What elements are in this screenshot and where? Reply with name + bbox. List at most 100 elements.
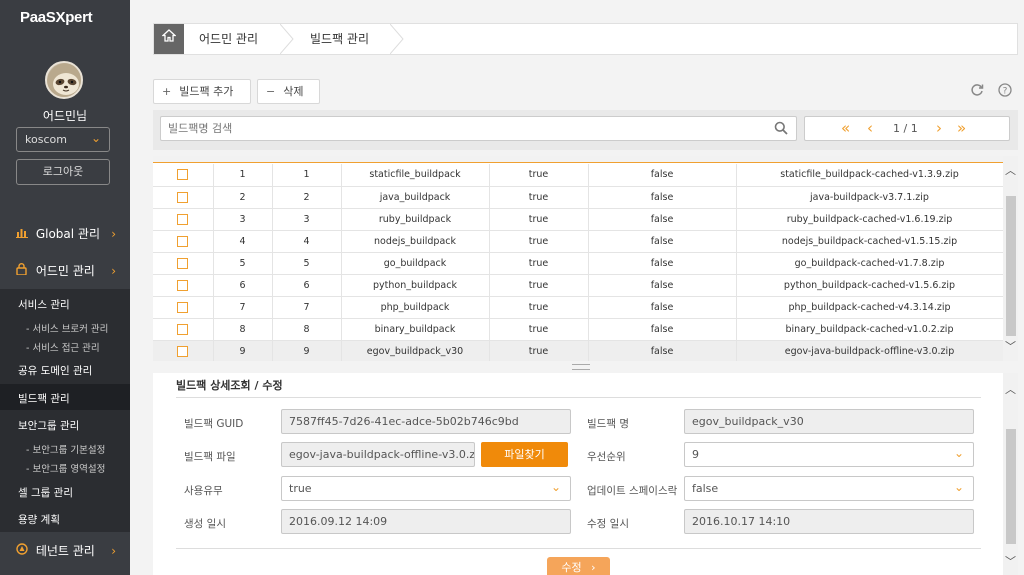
delete-button[interactable]: − 삭제 (257, 79, 320, 104)
row-checkbox[interactable] (177, 213, 189, 225)
scroll-down-icon[interactable]: ﹀ (1005, 553, 1016, 569)
row-position: 2 (272, 186, 342, 209)
row-enabled: true (489, 230, 589, 253)
first-page-icon[interactable]: « (841, 119, 850, 137)
menu-tenant-management[interactable]: 테넌트 관리 › (0, 533, 130, 569)
row-file: php_buildpack-cached-v4.3.14.zip (736, 296, 1004, 319)
row-file: python_buildpack-cached-v1.5.6.zip (736, 274, 1004, 297)
org-select[interactable]: koscom ⌄ (16, 127, 110, 152)
resize-handle[interactable] (572, 364, 590, 370)
sidebar-item-buildpack[interactable]: 빌드팩 관리 (18, 391, 70, 406)
chevron-down-icon: ⌄ (550, 480, 561, 494)
breadcrumb-item-buildpack[interactable]: 빌드팩 관리 (310, 24, 369, 54)
row-checkbox[interactable] (177, 301, 189, 313)
update-spacelock-select[interactable]: false ⌄ (684, 476, 974, 501)
scroll-up-icon[interactable]: ︿ (1005, 162, 1016, 178)
table-row[interactable]: 2 2 java_buildpack true false java-buildpack-… (153, 186, 1004, 209)
row-checkbox[interactable] (177, 169, 189, 181)
table-row[interactable]: 9 9 egov_buildpack_v30 true false egov-java-b… (153, 340, 1004, 361)
app-logo[interactable]: PaaSXpert (20, 9, 93, 26)
divider (176, 548, 981, 549)
breadcrumb-separator-icon (390, 24, 404, 54)
next-page-icon[interactable]: › (936, 119, 942, 137)
breadcrumb: 어드민 관리 빌드팩 관리 (153, 23, 1018, 55)
sidebar-item-shared-domain[interactable]: 공유 도메인 관리 (18, 363, 92, 378)
row-checkbox[interactable] (177, 257, 189, 269)
row-number: 4 (213, 230, 273, 253)
sidebar-item-security-default[interactable]: - 보안그룹 기본설정 (26, 442, 105, 456)
sidebar-item-service-access[interactable]: - 서비스 접근 관리 (26, 340, 100, 354)
row-checkbox[interactable] (177, 191, 189, 203)
row-file: ruby_buildpack-cached-v1.6.19.zip (736, 208, 1004, 231)
buildpack-detail-panel: 빌드팩 상세조회 / 수정 빌드팩 GUID 7587ff45-7d26-41e… (153, 373, 1018, 575)
row-enabled: true (489, 186, 589, 209)
sidebar-item-service[interactable]: 서비스 관리 (18, 297, 70, 312)
add-buildpack-button[interactable]: + 빌드팩 추가 (153, 79, 251, 104)
sidebar-item-security-space[interactable]: - 보안그룹 영역설정 (26, 461, 105, 475)
org-select-value: koscom (25, 133, 67, 146)
row-locked: false (588, 208, 737, 231)
row-enabled: true (489, 296, 589, 319)
detail-scrollbar[interactable]: ︿ ﹀ (1003, 373, 1018, 575)
table-row[interactable]: 4 4 nodejs_buildpack true false nodejs_buildp… (153, 230, 1004, 253)
created-label: 생성 일시 (184, 518, 226, 530)
row-name: staticfile_buildpack (341, 164, 490, 187)
refresh-icon[interactable] (969, 83, 985, 99)
sidebar: PaaSXpert 어드민님 koscom ⌄ 로그아웃 Global 관리 ›… (0, 0, 130, 575)
row-checkbox-cell (153, 252, 214, 275)
home-button[interactable] (154, 24, 184, 54)
row-locked: false (588, 340, 737, 361)
row-locked: false (588, 230, 737, 253)
row-name: egov_buildpack_v30 (341, 340, 490, 361)
search-input[interactable] (161, 117, 771, 140)
table-header-strip (153, 156, 1003, 163)
table-row[interactable]: 6 6 python_buildpack true false python_buildp… (153, 274, 1004, 297)
row-checkbox[interactable] (177, 235, 189, 247)
chevron-down-icon: ⌄ (953, 480, 964, 494)
menu-global-management[interactable]: Global 관리 › (0, 216, 130, 252)
table-row[interactable]: 7 7 php_buildpack true false php_buildpack-ca… (153, 296, 1004, 319)
name-field[interactable]: egov_buildpack_v30 (684, 409, 974, 434)
prev-page-icon[interactable]: ‹ (867, 119, 873, 137)
row-name: nodejs_buildpack (341, 230, 490, 253)
row-locked: false (588, 252, 737, 275)
save-label: 수정 (561, 561, 582, 574)
row-checkbox[interactable] (177, 279, 189, 291)
avatar (45, 61, 83, 99)
logout-button[interactable]: 로그아웃 (16, 159, 110, 185)
sidebar-item-cell-group[interactable]: 셀 그룹 관리 (18, 485, 73, 500)
row-checkbox[interactable] (177, 323, 189, 335)
table-row[interactable]: 5 5 go_buildpack true false go_buildpack-cach… (153, 252, 1004, 275)
table-row[interactable]: 1 1 staticfile_buildpack true false staticfil… (153, 164, 1004, 187)
table-row[interactable]: 8 8 binary_buildpack true false binary_buildp… (153, 318, 1004, 341)
row-checkbox-cell (153, 164, 214, 187)
table-scroll-thumb[interactable] (1006, 196, 1016, 336)
menu-admin-management[interactable]: 어드민 관리 › (0, 253, 130, 289)
breadcrumb-item-admin[interactable]: 어드민 관리 (199, 24, 258, 54)
row-checkbox[interactable] (177, 345, 189, 357)
breadcrumb-separator-icon (280, 24, 294, 54)
scroll-up-icon[interactable]: ︿ (1005, 381, 1016, 397)
scroll-down-icon[interactable]: ﹀ (1005, 338, 1016, 354)
minus-icon: − (266, 85, 276, 98)
enabled-select[interactable]: true ⌄ (281, 476, 571, 501)
sidebar-item-capacity[interactable]: 용량 계획 (18, 512, 60, 527)
enabled-value: true (289, 482, 312, 495)
table-row[interactable]: 3 3 ruby_buildpack true false ruby_buildpack-… (153, 208, 1004, 231)
find-file-button[interactable]: 파일찾기 (481, 442, 568, 467)
file-label: 빌드팩 파일 (184, 451, 236, 463)
table-scrollbar[interactable]: ︿ ﹀ (1003, 156, 1018, 361)
sidebar-item-service-broker[interactable]: - 서비스 브로커 관리 (26, 321, 108, 335)
row-number: 6 (213, 274, 273, 297)
row-file: staticfile_buildpack-cached-v1.3.9.zip (736, 164, 1004, 187)
search-box (160, 116, 797, 141)
detail-scroll-thumb[interactable] (1006, 429, 1016, 544)
row-position: 3 (272, 208, 342, 231)
row-position: 8 (272, 318, 342, 341)
save-button[interactable]: 수정 › (547, 557, 610, 575)
priority-select[interactable]: 9 ⌄ (684, 442, 974, 467)
help-icon[interactable]: ? (997, 83, 1013, 99)
search-icon[interactable] (774, 121, 788, 135)
last-page-icon[interactable]: » (957, 119, 966, 137)
sidebar-item-security-group[interactable]: 보안그룹 관리 (18, 418, 79, 433)
